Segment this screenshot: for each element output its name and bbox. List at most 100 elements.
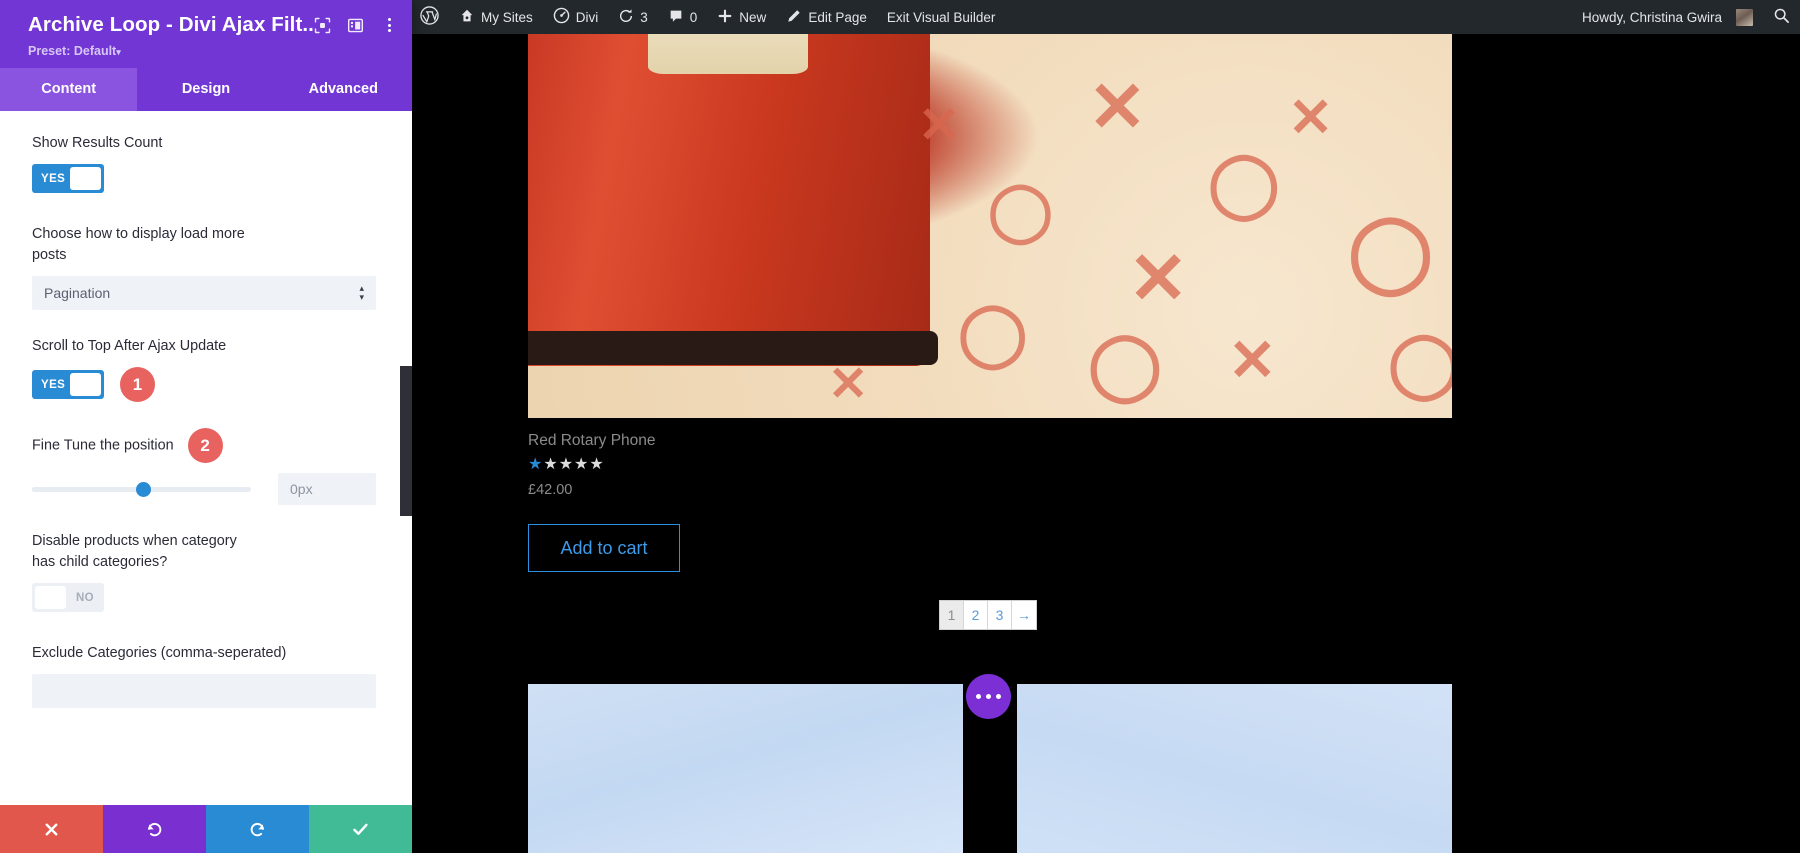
input-fine-tune-position[interactable]: [278, 473, 376, 505]
cancel-button[interactable]: [0, 805, 103, 853]
rating-star-4: ★: [574, 456, 589, 473]
toggle-value-scroll-to-top: YES: [41, 378, 66, 391]
label-show-results-count: Show Results Count: [32, 135, 163, 151]
sites-icon: [459, 8, 475, 27]
ellipsis-icon-dot-2: [986, 694, 991, 699]
toggle-knob: [70, 373, 101, 396]
ab-label-updates: 3: [640, 9, 648, 25]
label-exclude-categories: Exclude Categories (comma-seperated): [32, 645, 287, 661]
input-exclude-categories[interactable]: [32, 674, 376, 708]
rating-star-3: ★: [558, 456, 574, 473]
field-load-more-display: Choose how to display load more posts Pa…: [0, 224, 412, 310]
ab-item-new[interactable]: New: [707, 0, 776, 34]
slider-fill: [32, 486, 142, 492]
ab-label-edit-page: Edit Page: [808, 9, 867, 25]
admin-bar-right: Howdy, Christina Gwira: [1574, 0, 1800, 34]
page-title: Archive Loop - Divi Ajax Filt...: [28, 13, 314, 36]
tab-content[interactable]: Content: [0, 68, 138, 111]
product-title[interactable]: Red Rotary Phone: [528, 432, 656, 450]
divi-icon: [553, 7, 570, 27]
ab-item-edit-page[interactable]: Edit Page: [776, 0, 877, 34]
rating-star-5: ★: [589, 456, 604, 473]
slider-handle[interactable]: [136, 481, 151, 497]
ab-item-search[interactable]: [1763, 0, 1800, 34]
select-value-load-more-display: Pagination: [44, 285, 111, 301]
pagination-page-1[interactable]: 1: [940, 601, 964, 629]
panel-layout-icon[interactable]: [347, 17, 364, 34]
select-load-more-display[interactable]: Pagination ▴ ▾: [32, 276, 376, 310]
ellipsis-icon-dot-3: [996, 694, 1001, 699]
toggle-knob: [70, 167, 101, 190]
module-settings-panel: Archive Loop - Divi Ajax Filt... Preset:…: [0, 0, 412, 853]
undo-button[interactable]: [103, 805, 206, 853]
ab-item-divi[interactable]: Divi: [543, 0, 609, 34]
label-disable-products-child-categories: Disable products when category has child…: [32, 533, 237, 570]
next-product-image-right: [1017, 684, 1452, 853]
toggle-value-disable-products-child-categories: NO: [75, 591, 94, 604]
toggle-show-results-count[interactable]: YES: [32, 164, 104, 193]
toggle-scroll-to-top[interactable]: YES: [32, 370, 104, 399]
ab-item-updates[interactable]: 3: [608, 0, 658, 34]
howdy-label: Howdy, Christina Gwira: [1581, 9, 1722, 25]
field-scroll-to-top: Scroll to Top After Ajax Update YES 1: [0, 336, 412, 402]
settings-panel-header: Archive Loop - Divi Ajax Filt... Preset:…: [0, 0, 412, 68]
settings-scrollbar[interactable]: [400, 366, 412, 516]
field-show-results-count: Show Results Count YES: [0, 133, 412, 198]
annotation-badge-1: 1: [120, 367, 155, 402]
ab-label-exit-visual-builder: Exit Visual Builder: [886, 9, 996, 25]
slider-fine-tune-position[interactable]: [32, 481, 251, 497]
redo-button[interactable]: [206, 805, 309, 853]
close-icon: [43, 821, 60, 838]
toggle-knob: [35, 586, 66, 609]
ab-item-my-sites[interactable]: My Sites: [449, 0, 543, 34]
save-button[interactable]: [309, 805, 412, 853]
pagination-page-3[interactable]: 3: [988, 601, 1012, 629]
preset-selector[interactable]: Preset: Default▾: [28, 44, 398, 58]
comment-icon: [668, 8, 684, 27]
tab-advanced[interactable]: Advanced: [274, 68, 412, 111]
ab-item-howdy[interactable]: Howdy, Christina Gwira: [1574, 0, 1763, 34]
pencil-icon: [786, 8, 802, 27]
ab-item-exit-visual-builder[interactable]: Exit Visual Builder: [877, 0, 1006, 34]
label-text-fine-tune-position: Fine Tune the position: [32, 437, 174, 454]
toggle-value-show-results-count: YES: [41, 172, 66, 185]
updates-icon: [618, 8, 634, 27]
pagination: 1 2 3 →: [939, 600, 1037, 630]
toggle-disable-products-child-categories[interactable]: NO: [32, 583, 104, 612]
product-rating: ★ ★ ★ ★ ★: [528, 457, 604, 473]
rating-star-2: ★: [543, 456, 558, 473]
avatar: [1736, 8, 1753, 26]
redo-icon: [248, 820, 267, 839]
ab-label-divi: Divi: [575, 9, 599, 25]
label-fine-tune-position: Fine Tune the position 2: [32, 428, 292, 463]
label-load-more-display: Choose how to display load more posts: [32, 226, 245, 263]
settings-panel-footer: [0, 805, 412, 853]
settings-header-actions: [314, 12, 398, 34]
screen-root: My Sites Divi 3 0 New Edit Page Exit Vis…: [0, 0, 1800, 853]
noughts-crosses-pattern: ✕ ◯ ◯ ✕ ✕ ◯ ◯ ◯ ✕ ◯ ✕ ✕: [828, 68, 1452, 411]
search-icon: [1773, 7, 1790, 27]
tab-design[interactable]: Design: [137, 68, 275, 111]
rating-star-1: ★: [528, 456, 543, 473]
ab-item-comments[interactable]: 0: [658, 0, 708, 34]
preset-label: Preset: Default: [28, 44, 117, 58]
plus-icon: [717, 8, 733, 27]
chevron-updown-icon: ▴ ▾: [359, 283, 364, 302]
add-to-cart-button[interactable]: Add to cart: [528, 524, 680, 572]
field-fine-tune-position: Fine Tune the position 2: [0, 428, 412, 505]
focus-target-icon[interactable]: [314, 17, 331, 34]
wordpress-logo-button[interactable]: [412, 0, 449, 34]
more-options-icon[interactable]: [380, 16, 398, 34]
pagination-page-2[interactable]: 2: [964, 601, 988, 629]
visual-builder-menu-button[interactable]: [966, 674, 1011, 719]
pagination-next[interactable]: →: [1012, 601, 1036, 629]
settings-fields: Show Results Count YES Choose how to dis…: [0, 111, 412, 805]
check-icon: [351, 820, 370, 839]
ab-label-new: New: [739, 9, 767, 25]
wordpress-icon: [420, 6, 439, 28]
product-image: ✕ ◯ ◯ ✕ ✕ ◯ ◯ ◯ ✕ ◯ ✕ ✕: [528, 34, 1452, 418]
chevron-down-icon: ▾: [116, 47, 121, 57]
annotation-badge-2: 2: [187, 428, 223, 463]
wp-admin-bar: My Sites Divi 3 0 New Edit Page Exit Vis…: [412, 0, 1800, 34]
ab-label-my-sites: My Sites: [481, 9, 533, 25]
